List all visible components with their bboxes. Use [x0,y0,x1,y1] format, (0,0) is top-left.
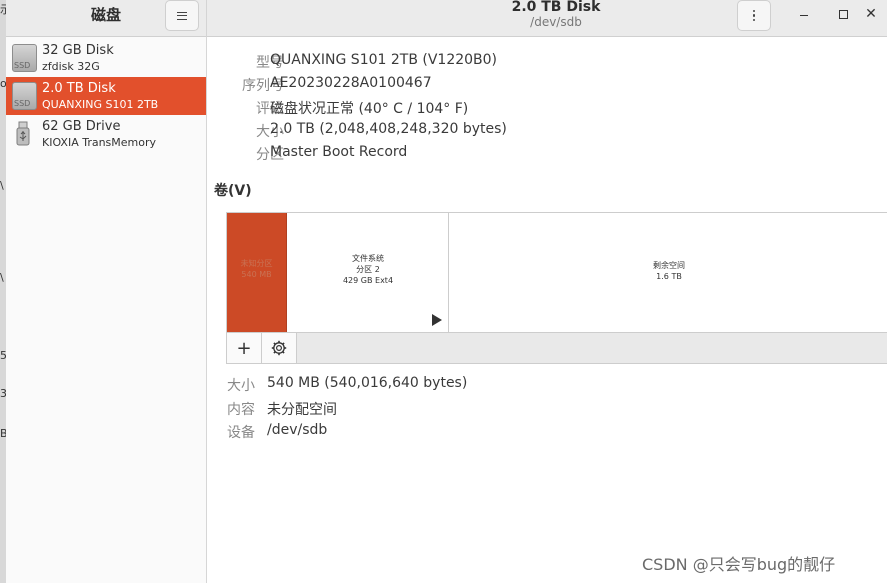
disk-name: 2.0 TB Disk [42,81,116,96]
volume-device-value: /dev/sdb [267,422,328,438]
main-menu-button[interactable] [165,0,199,31]
volume-map: 未知分区 540 MB 文件系统 分区 2 429 GB Ext4 剩余空间 1… [226,212,887,333]
volume-label: 未知分区 [240,259,273,268]
volume-label: 文件系统 [352,254,384,263]
hdd-icon-label: SSD [14,99,31,108]
disk-sidebar: SSD 32 GB Disk zfdisk 32G SSD 2.0 TB Dis… [6,37,207,583]
watermark: CSDN @只会写bug的靓仔 [642,555,836,574]
hamburger-icon [177,11,187,20]
drive-options-button[interactable] [737,0,771,31]
volume-size-label: 大小 [227,378,255,394]
volume-block-selected[interactable]: 未知分区 540 MB [227,213,287,332]
kebab-dot [752,14,756,17]
disk-name: 32 GB Disk [42,43,114,58]
volume-contents-row: 内容 [207,399,255,419]
create-partition-button[interactable]: + [227,333,262,363]
minimize-button[interactable] [794,6,814,22]
volume-size: 1.6 TB [656,272,682,281]
window-title: 2.0 TB Disk [511,0,601,15]
close-button[interactable]: ✕ [861,6,881,22]
volume-size-row: 大小 [207,375,255,395]
disks-window: 磁盘 2.0 TB Disk /dev/sdb ✕ SSD 32 GB Disk… [6,0,887,583]
usb-drive-icon [16,121,30,146]
hdd-icon-label: SSD [14,61,31,70]
kebab-dot [752,9,756,13]
volume-toolbar: + [226,333,887,364]
gear-icon [271,340,287,356]
kebab-dot [752,18,756,22]
mount-play-icon[interactable] [432,314,442,326]
volume-size: 540 MB [241,270,272,279]
assessment-value: 磁盘状况正常 (40° C / 104° F) [270,101,469,117]
header-divider [206,0,207,37]
volume-size: 429 GB Ext4 [342,276,394,285]
disk-model: KIOXIA TransMemory [42,136,157,149]
sidebar-item-32gb-disk[interactable]: SSD 32 GB Disk zfdisk 32G [6,39,206,77]
disk-name: 62 GB Drive [42,119,121,134]
volume-block-free-space[interactable]: 剩余空间 1.6 TB [450,213,887,332]
header-bar: 磁盘 2.0 TB Disk /dev/sdb ✕ [6,0,887,37]
drive-details-panel: 型号 QUANXING S101 2TB (V1220B0) 序列号 AE202… [207,38,887,583]
volumes-section-title: 卷(V) [214,183,252,199]
volume-contents-label: 内容 [227,402,255,418]
hdd-icon: SSD [12,82,37,110]
serial-value: AE20230228A0100467 [270,75,432,91]
volume-contents-value: 未分配空间 [267,402,337,418]
volume-device-row: 设备 [207,422,255,442]
disk-model: QUANXING S101 2TB [42,98,159,111]
volume-size-value: 540 MB (540,016,640 bytes) [267,375,468,391]
model-value: QUANXING S101 2TB (V1220B0) [270,52,498,68]
partition-settings-button[interactable] [262,333,297,363]
sidebar-item-62gb-drive[interactable]: 62 GB Drive KIOXIA TransMemory [6,115,206,153]
volume-block-filesystem[interactable]: 文件系统 分区 2 429 GB Ext4 [288,213,449,332]
partitioning-value: Master Boot Record [270,144,408,160]
volume-partition: 分区 2 [356,265,380,274]
volume-device-label: 设备 [227,425,255,441]
window-subtitle: /dev/sdb [530,15,582,29]
size-value: 2.0 TB (2,048,408,248,320 bytes) [270,121,507,137]
volume-label: 剩余空间 [653,261,685,270]
hdd-icon: SSD [12,44,37,72]
window-title-block: 2.0 TB Disk /dev/sdb [406,0,706,29]
maximize-button[interactable] [833,6,853,22]
sidebar-item-2tb-disk[interactable]: SSD 2.0 TB Disk QUANXING S101 2TB [6,77,206,115]
disk-model: zfdisk 32G [42,60,100,73]
